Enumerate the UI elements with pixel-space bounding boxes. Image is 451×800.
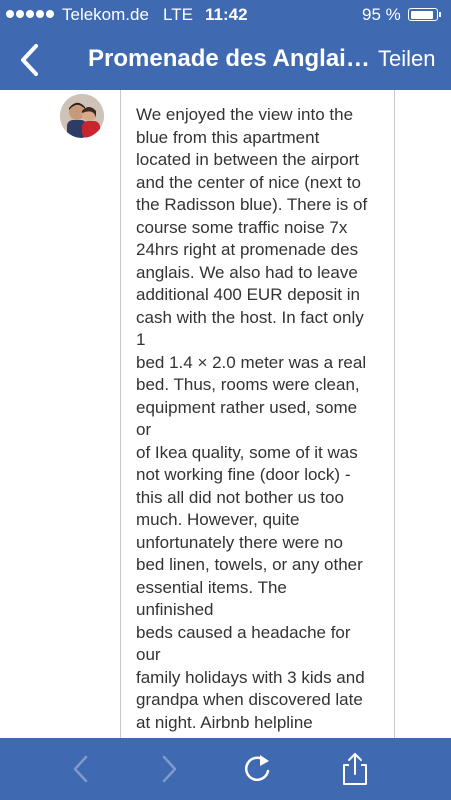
status-bar: Telekom.de LTE 11:42 95 % [0,0,451,30]
back-button[interactable] [10,40,50,80]
battery-percentage: 95 % [362,5,401,24]
browser-toolbar [0,738,451,800]
network-type: LTE [163,5,193,24]
toolbar-back-button[interactable] [64,752,98,786]
clock: 11:42 [205,5,248,24]
page-title: Promenade des Anglai… [88,45,370,72]
chevron-left-icon [21,44,38,76]
signal-strength-icon [6,10,56,30]
share-icon [343,753,367,785]
toolbar-forward-button[interactable] [152,752,186,786]
share-button[interactable]: Teilen [378,46,435,72]
review-content[interactable]: We enjoyed the view into the blue from t… [0,90,451,738]
reload-button[interactable] [240,752,274,786]
user-avatar[interactable] [60,94,104,138]
share-sheet-button[interactable] [338,752,372,786]
reload-icon [244,755,270,781]
review-text: We enjoyed the view into the blue from t… [136,105,368,738]
avatar-photo [60,94,104,138]
carrier-name: Telekom.de [62,5,149,24]
navigation-bar: Promenade des Anglai… Teilen [0,30,451,90]
arrow-back-icon [73,755,88,783]
arrow-forward-icon [162,755,177,783]
battery-icon [408,8,441,21]
